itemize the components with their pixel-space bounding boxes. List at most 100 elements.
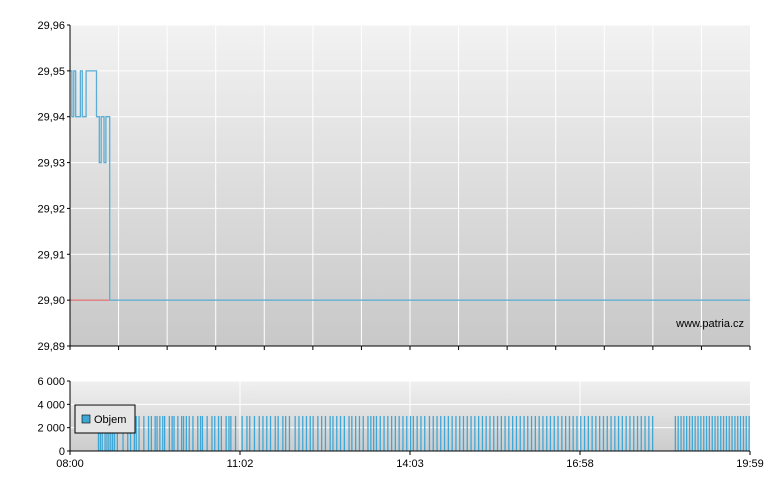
volume-bar	[683, 416, 685, 451]
volume-bar	[512, 416, 514, 451]
price-y-tick-label: 29,92	[37, 203, 65, 215]
volume-bar	[691, 416, 693, 451]
volume-bar	[500, 416, 502, 451]
volume-bar	[398, 416, 400, 451]
volume-bar	[542, 416, 544, 451]
volume-bar	[648, 416, 650, 451]
volume-bar	[188, 416, 190, 451]
volume-bar	[496, 416, 499, 451]
volume-bar	[606, 416, 608, 451]
volume-bar	[171, 416, 173, 451]
volume-bar	[391, 416, 393, 451]
volume-bar	[185, 416, 187, 451]
volume-bar	[373, 416, 375, 451]
volume-bar	[652, 416, 654, 451]
volume-bar	[478, 416, 480, 451]
volume-bar	[173, 416, 175, 451]
volume-bar	[379, 416, 381, 451]
price-y-tick-label: 29,94	[37, 112, 65, 124]
legend-swatch	[81, 414, 91, 424]
volume-bar	[362, 416, 364, 451]
volume-bar	[644, 416, 646, 451]
volume-bar	[309, 416, 311, 451]
volume-bar	[154, 416, 156, 451]
volume-bar	[705, 416, 708, 451]
volume-x-ticks: 08:00 11:02 14:03 16:58 19:59	[56, 451, 764, 470]
volume-bar	[383, 416, 385, 451]
volume-bar	[164, 416, 166, 451]
volume-bar	[447, 416, 449, 451]
volume-bar	[462, 416, 465, 451]
volume-bar	[177, 416, 179, 451]
volume-bar	[742, 416, 745, 451]
volume-bar	[285, 416, 287, 451]
volume-bar	[515, 416, 518, 451]
volume-bar	[674, 416, 676, 451]
volume-bar	[595, 416, 597, 451]
volume-bar	[339, 416, 342, 451]
volume-bar	[220, 416, 222, 451]
volume-bar	[305, 416, 308, 451]
volume-bar	[162, 416, 164, 451]
volume-bar	[720, 416, 722, 451]
volume-bar	[523, 416, 525, 451]
volume-bar	[228, 416, 230, 451]
volume-x-tick-label: 11:02	[227, 458, 254, 470]
volume-bar	[557, 416, 559, 451]
volume-bar	[686, 416, 688, 451]
volume-bar	[614, 416, 616, 451]
volume-bar	[181, 416, 183, 451]
volume-bar	[688, 416, 691, 451]
volume-bar	[621, 416, 623, 451]
volume-bar	[230, 416, 232, 451]
volume-bar	[587, 416, 589, 451]
volume-bar	[274, 416, 276, 451]
volume-bar	[459, 416, 461, 451]
volume-bar	[694, 416, 696, 451]
volume-bar	[147, 416, 150, 451]
volume-bar	[143, 416, 145, 451]
volume-bar	[734, 416, 736, 451]
volume-bar	[591, 416, 593, 451]
volume-bar	[302, 416, 304, 451]
volume-bar	[568, 416, 571, 451]
volume-bar	[583, 416, 586, 451]
volume-bar	[508, 416, 510, 451]
volume-bar	[737, 416, 739, 451]
volume-bar	[253, 416, 256, 451]
volume-bar	[420, 416, 422, 451]
volume-bar	[156, 416, 158, 451]
volume-bar	[745, 416, 747, 451]
volume-bar	[387, 416, 389, 451]
volume-bar	[610, 416, 612, 451]
volume-bar	[409, 416, 412, 451]
volume-bar	[241, 416, 243, 451]
volume-bar	[527, 416, 529, 451]
volume-bar	[493, 416, 495, 451]
volume-bar	[717, 416, 719, 451]
volume-bar	[406, 416, 408, 451]
volume-x-tick-label: 08:00	[56, 458, 84, 470]
volume-bar	[312, 416, 314, 451]
volume-bar	[375, 416, 378, 451]
volume-bar	[534, 416, 536, 451]
volume-bar	[135, 416, 137, 451]
volume-bar	[538, 416, 540, 451]
volume-bar	[731, 416, 733, 451]
volume-bar	[549, 416, 552, 451]
volume-bar	[432, 416, 434, 451]
volume-y-tick-label: 6 000	[37, 376, 65, 388]
volume-bar	[546, 416, 548, 451]
volume-bar	[416, 416, 418, 451]
volume-bar	[474, 416, 476, 451]
volume-bar	[370, 416, 372, 451]
volume-bar	[711, 416, 713, 451]
volume-bar	[572, 416, 574, 451]
volume-bar	[282, 416, 284, 451]
price-y-tick-label: 29,91	[37, 249, 65, 261]
volume-legend: Objem	[74, 404, 136, 434]
volume-bar	[680, 416, 682, 451]
volume-bar	[294, 416, 296, 451]
volume-y-tick-label: 4 000	[37, 399, 65, 411]
volume-bar	[519, 416, 521, 451]
